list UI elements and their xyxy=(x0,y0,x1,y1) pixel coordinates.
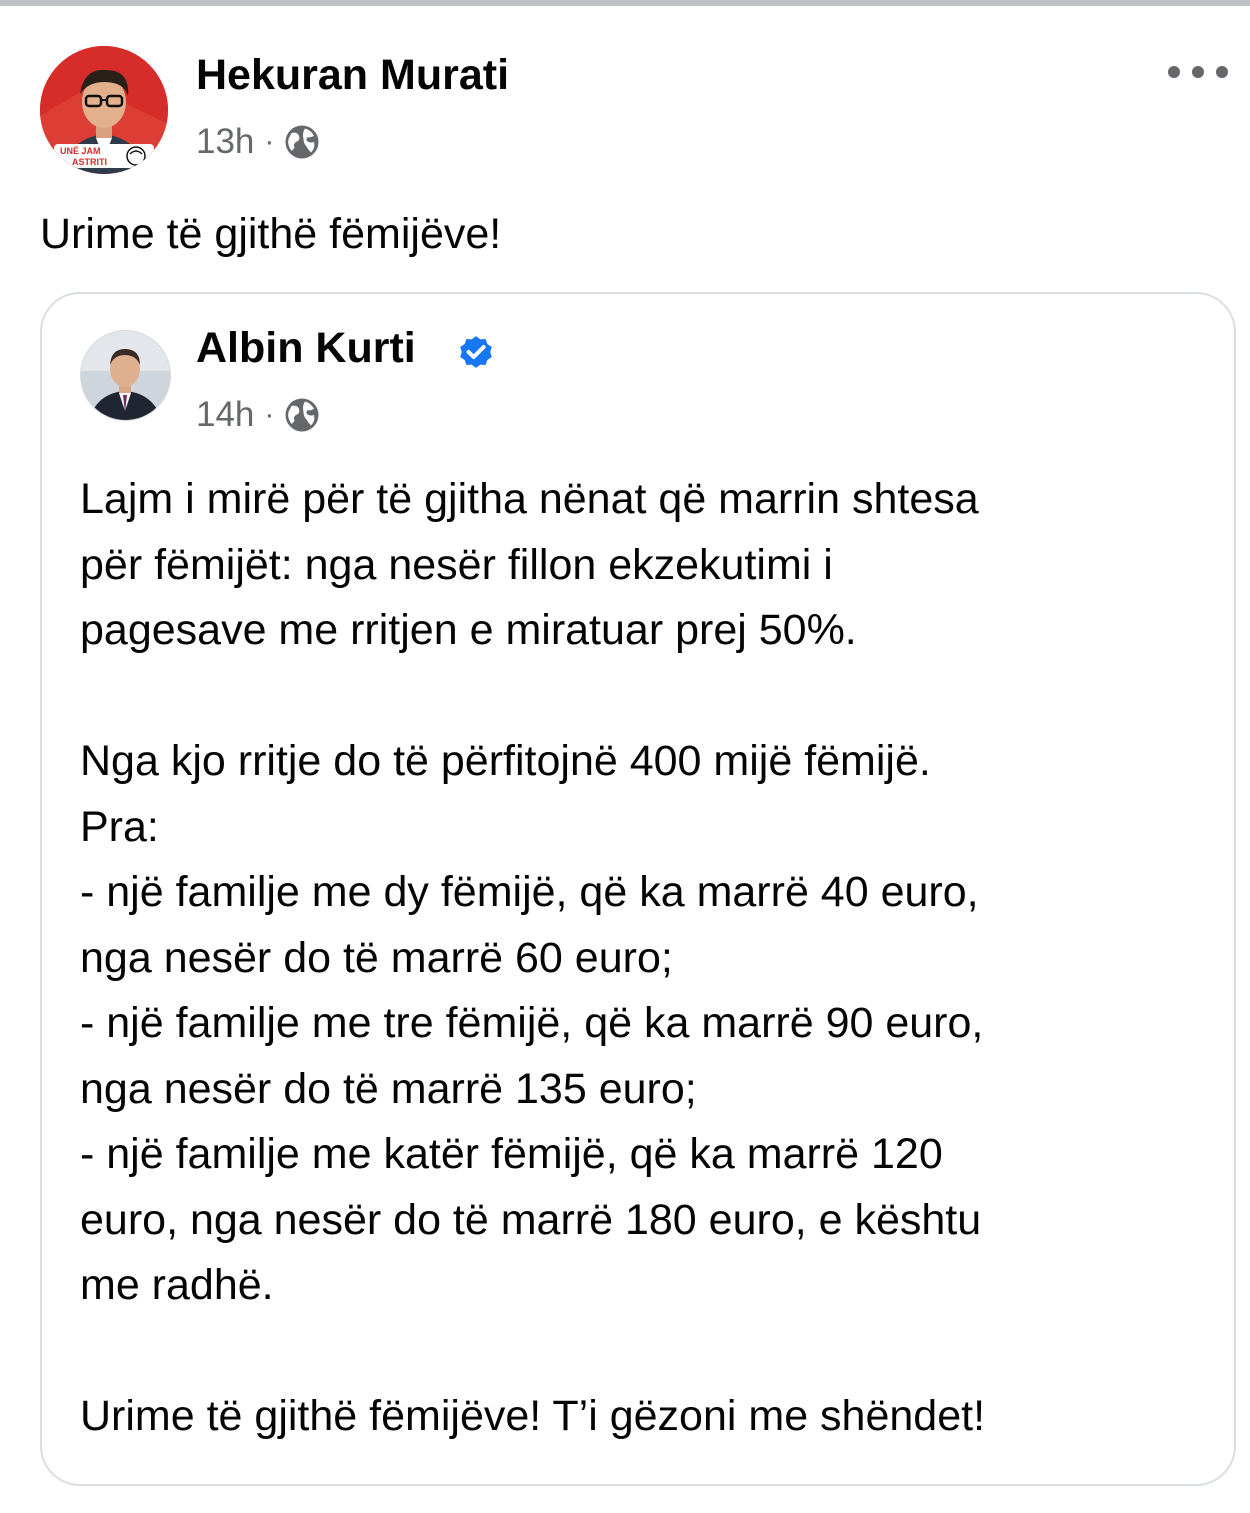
shared-post-paragraph: Nga kjo rritje do të përfitojnë 400 mijë… xyxy=(80,737,984,1309)
meta-separator: · xyxy=(264,398,275,431)
svg-text:ASTRITI: ASTRITI xyxy=(72,157,107,167)
shared-post-avatar[interactable] xyxy=(80,330,171,421)
shared-post-timestamp[interactable]: 14h xyxy=(196,395,254,435)
more-options-icon[interactable] xyxy=(1168,60,1228,84)
avatar-image: UNË JAM ASTRITI xyxy=(40,46,168,174)
shared-post-meta: 14h · xyxy=(196,395,320,435)
shared-post-body: Lajm i mirë për të gjitha nënat që marri… xyxy=(80,467,1200,1450)
avatar[interactable]: UNË JAM ASTRITI xyxy=(40,46,168,174)
dot xyxy=(1192,66,1204,78)
globe-icon[interactable] xyxy=(284,397,320,433)
meta-separator: · xyxy=(264,125,275,158)
top-border xyxy=(0,0,1250,6)
post-author-name[interactable]: Hekuran Murati xyxy=(196,50,509,100)
verified-badge-icon xyxy=(460,336,492,368)
post-text: Urime të gjithë fëmijëve! xyxy=(40,210,502,258)
shared-post-author-name[interactable]: Albin Kurti xyxy=(196,323,416,373)
svg-text:UNË JAM: UNË JAM xyxy=(60,146,101,156)
post-meta: 13h · xyxy=(196,122,320,162)
dot xyxy=(1168,66,1180,78)
shared-post-paragraph: Urime të gjithë fëmijëve! T’i gëzoni me … xyxy=(80,1392,986,1440)
avatar-image xyxy=(81,331,170,420)
dot xyxy=(1216,66,1228,78)
globe-icon[interactable] xyxy=(284,124,320,160)
shared-post-paragraph: Lajm i mirë për të gjitha nënat që marri… xyxy=(80,475,979,654)
post-timestamp[interactable]: 13h xyxy=(196,122,254,162)
